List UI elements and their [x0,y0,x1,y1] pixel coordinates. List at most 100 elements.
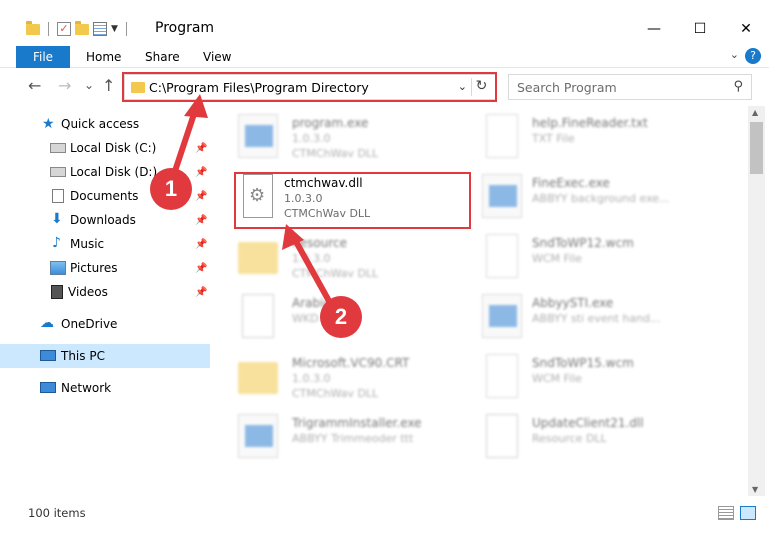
sidebar-item-label: Local Disk (D:) [70,165,158,179]
list-item[interactable]: Microsoft.VC90.CRT 1.0.3.0 CTMChWav DLL [238,352,478,408]
sidebar-item-downloads[interactable]: ⬇ Downloads 📌 [0,208,210,232]
vertical-scrollbar[interactable]: ▲ ▼ [748,106,765,496]
help-button[interactable]: ? [745,48,761,64]
txt-icon [486,114,518,158]
ribbon-tabs: File Home Share View ⌄ ? [0,44,769,68]
minimize-button[interactable]: — [631,14,677,44]
file-name: SndToWP12.wcm [532,236,634,250]
scrollbar-thumb[interactable] [750,122,763,174]
scroll-up-arrow-icon[interactable]: ▲ [752,108,758,117]
exe-icon [238,414,278,458]
network-icon [40,382,56,393]
view-options-icon[interactable] [93,22,107,36]
list-item[interactable]: program.exe 1.0.3.0 CTMChWav DLL [238,112,478,168]
sidebar-item-onedrive[interactable]: ☁ OneDrive [0,312,210,336]
sidebar-item-label: Pictures [70,261,118,275]
back-button[interactable]: ← [28,76,41,95]
file-description: ABBYY background exe... [532,192,670,205]
sidebar-item-label: This PC [61,349,105,363]
sidebar-item-label: Videos [68,285,108,299]
details-view-icon[interactable] [718,506,734,520]
file-description: ABBYY sti event hand... [532,312,661,325]
list-item[interactable]: AbbyySTI.exe ABBYY sti event hand... [482,292,722,348]
properties-check-icon[interactable]: ✓ [57,22,71,36]
scroll-down-arrow-icon[interactable]: ▼ [752,485,758,494]
item-count: 100 items [28,506,86,520]
forward-button[interactable]: → [58,76,71,95]
sidebar-item-pictures[interactable]: Pictures 📌 [0,256,210,280]
star-icon: ★ [42,116,55,132]
pin-icon[interactable]: 📌 [195,239,207,250]
customize-toolbar-chevron-icon[interactable]: ▼ [111,24,118,34]
new-folder-icon[interactable] [75,20,89,35]
pictures-icon [50,261,66,275]
search-input[interactable]: Search Program ⚲ [508,74,752,100]
recent-locations-button[interactable]: ⌄ [84,78,94,92]
file-description: ABBYY Trimmeoder ttt [292,432,414,445]
maximize-button[interactable]: ☐ [677,14,723,44]
list-item[interactable]: SndToWP15.wcm WCM File [482,352,722,408]
tab-view[interactable]: View [203,46,231,68]
list-item[interactable]: TrigrammInstaller.exe ABBYY Trimmeoder t… [238,412,478,468]
sidebar-item-quick-access[interactable]: ★ Quick access [0,112,210,136]
close-button[interactable]: ✕ [723,14,769,44]
downloads-icon: ⬇ [51,211,63,227]
pin-icon[interactable]: 📌 [195,287,207,298]
list-item[interactable]: UpdateClient21.dll Resource DLL [482,412,722,468]
dll-icon [242,294,274,338]
folder-icon [238,242,278,274]
list-item[interactable]: help.FineReader.txt TXT File [482,112,722,168]
pin-icon[interactable]: 📌 [195,167,207,178]
tab-share[interactable]: Share [145,46,180,68]
tab-file[interactable]: File [16,46,70,68]
list-item[interactable]: Resource 1.0.3.0 CTMChWav DLL [238,232,478,288]
file-name: SndToWP15.wcm [532,356,634,370]
exe-icon [238,114,278,158]
file-name: UpdateClient21.dll [532,416,644,430]
sidebar-item-label: OneDrive [61,317,118,331]
txt-icon [486,354,518,398]
file-type: TXT File [532,132,575,145]
toolbar-divider [48,22,49,36]
sidebar-item-label: Documents [70,189,139,203]
dll-icon [486,414,518,458]
status-bar: 100 items [0,500,769,533]
onedrive-icon: ☁ [40,315,54,331]
tab-home[interactable]: Home [86,46,121,68]
up-button[interactable]: ↑ [102,76,115,95]
disk-icon [50,143,66,153]
file-description: CTMChWav DLL [292,147,379,160]
folder-icon [238,362,278,394]
file-type: WCM File [532,252,582,265]
folder-icon [26,20,40,35]
large-icons-view-icon[interactable] [740,506,756,520]
pin-icon[interactable]: 📌 [195,143,207,154]
list-item[interactable]: FineExec.exe ABBYY background exe... [482,172,722,228]
expand-ribbon-chevron-icon[interactable]: ⌄ [730,48,739,61]
txt-icon [486,234,518,278]
music-icon: ♪ [52,235,61,251]
window-title: Program [155,20,215,36]
file-list: program.exe 1.0.3.0 CTMChWav DLL ⚙ ctmch… [212,106,748,496]
sidebar-item-videos[interactable]: Videos 📌 [0,280,210,304]
quick-access-toolbar: ✓ ▼ [26,20,131,38]
sidebar-item-local-disk-c[interactable]: Local Disk (C:) 📌 [0,136,210,160]
videos-icon [51,285,63,299]
navigation-pane: ★ Quick access Local Disk (C:) 📌 Local D… [0,106,210,496]
pin-icon[interactable]: 📌 [195,263,207,274]
search-icon[interactable]: ⚲ [733,79,743,94]
file-name: FineExec.exe [532,176,610,190]
sidebar-item-music[interactable]: ♪ Music 📌 [0,232,210,256]
pin-icon[interactable]: 📌 [195,191,207,202]
title-bar: ✓ ▼ Program — ☐ ✕ [0,0,769,44]
sidebar-item-this-pc[interactable]: This PC [0,344,210,368]
file-version: 1.0.3.0 [292,252,331,265]
navigation-bar: ← → ⌄ ↑ C:\Program Files\Program Directo… [0,70,769,104]
file-name: program.exe [292,116,369,130]
sidebar-item-network[interactable]: Network [0,376,210,400]
sidebar-item-label: Music [70,237,105,251]
file-name: help.FineReader.txt [532,116,648,130]
list-item[interactable]: SndToWP12.wcm WCM File [482,232,722,288]
pin-icon[interactable]: 📌 [195,215,207,226]
file-name: Resource [292,236,348,250]
